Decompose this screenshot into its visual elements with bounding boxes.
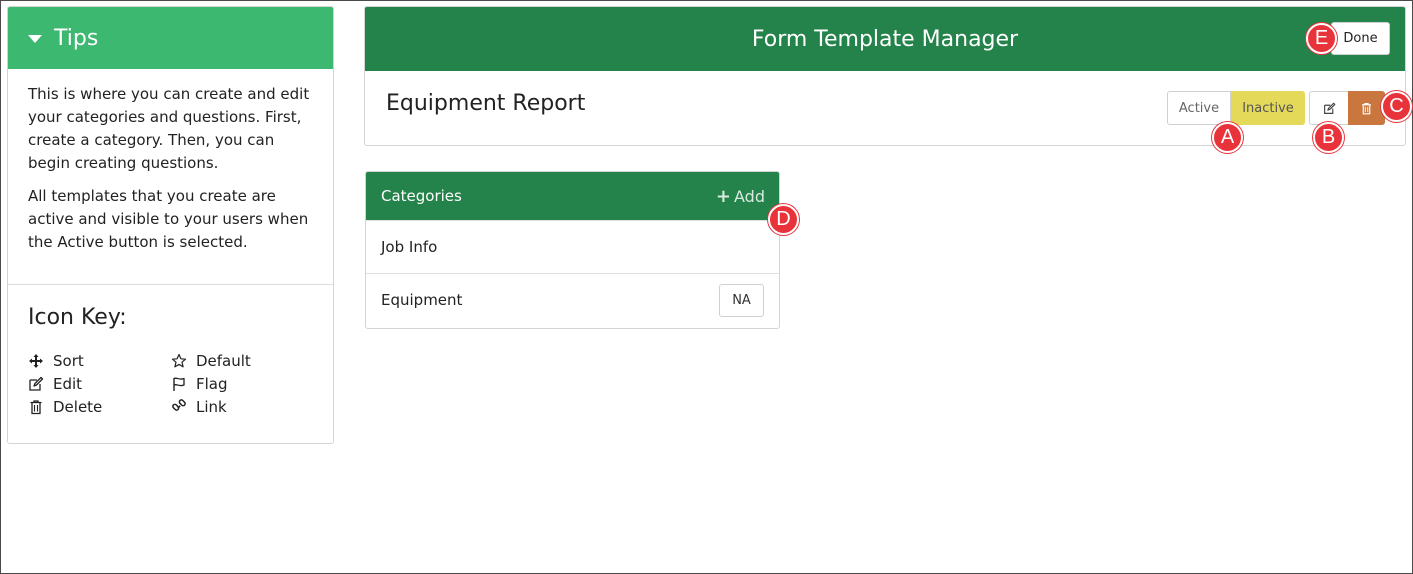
icon-key-item: Flag (171, 373, 321, 394)
caret-down-icon[interactable] (28, 35, 42, 43)
star-icon (171, 353, 187, 367)
tips-paragraph: This is where you can create and edit yo… (28, 85, 310, 172)
na-button[interactable]: NA (719, 283, 764, 317)
categories-panel: Categories + Add Job Info Equipment NA (365, 171, 780, 329)
tips-paragraph: All templates that you create are active… (28, 187, 309, 251)
tips-panel: Tips This is where you can create and ed… (7, 6, 334, 444)
status-toggle: Active Inactive (1167, 91, 1305, 125)
active-button[interactable]: Active (1167, 91, 1231, 125)
callout-marker-d: D (768, 204, 799, 235)
icon-key-label: Link (196, 397, 227, 416)
icon-key-item: Default (171, 350, 321, 371)
category-row[interactable]: Job Info (366, 220, 779, 273)
icon-key-item: Delete (28, 396, 171, 417)
template-panel-header: Form Template Manager Done (365, 7, 1405, 71)
callout-marker-a: A (1212, 122, 1243, 153)
flag-icon (173, 376, 185, 391)
page-title: Form Template Manager (751, 26, 1019, 52)
icon-key: Icon Key: Sort Default Edit Flag Delete (28, 305, 328, 417)
icon-key-item: Link (171, 396, 321, 417)
icon-key-label: Sort (53, 351, 84, 370)
add-label: Add (734, 186, 765, 206)
add-category-button[interactable]: + Add (716, 186, 765, 207)
categories-title: Categories (381, 187, 462, 205)
sort-icon (29, 353, 43, 368)
edit-icon (1323, 102, 1335, 114)
edit-template-button[interactable] (1309, 91, 1349, 125)
icon-key-label: Flag (196, 374, 228, 393)
tips-title: Tips (54, 25, 99, 51)
plus-icon: + (715, 185, 732, 207)
tips-body: This is where you can create and edit yo… (8, 69, 333, 254)
callout-marker-c: C (1381, 91, 1412, 122)
link-icon (172, 398, 186, 411)
done-button[interactable]: Done (1331, 22, 1390, 55)
icon-key-title: Icon Key: (28, 305, 127, 330)
trash-icon (30, 399, 42, 414)
trash-icon (1362, 102, 1371, 114)
tips-header[interactable]: Tips (8, 7, 333, 69)
icon-key-grid: Sort Default Edit Flag Delete Link (28, 350, 328, 417)
callout-marker-b: B (1313, 122, 1344, 153)
categories-header: Categories + Add (366, 172, 779, 220)
inactive-button[interactable]: Inactive (1231, 91, 1305, 125)
edit-icon (29, 376, 44, 391)
icon-key-label: Delete (53, 397, 103, 416)
callout-marker-e: E (1306, 23, 1337, 54)
icon-key-label: Default (196, 351, 251, 370)
category-name: Job Info (381, 238, 438, 256)
category-name: Equipment (381, 291, 463, 309)
icon-key-label: Edit (53, 374, 83, 393)
divider (8, 284, 333, 285)
category-row[interactable]: Equipment NA (366, 273, 779, 326)
icon-key-item: Edit (28, 373, 171, 394)
delete-template-button[interactable] (1348, 91, 1385, 125)
icon-key-item: Sort (28, 350, 171, 371)
template-panel: Form Template Manager Done Equipment Rep… (364, 6, 1406, 146)
template-name: Equipment Report (386, 91, 586, 116)
